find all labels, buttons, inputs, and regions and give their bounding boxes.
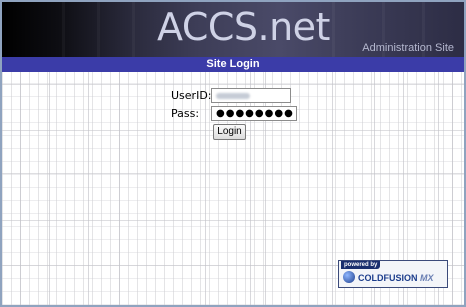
login-button[interactable]: Login bbox=[213, 124, 246, 140]
browser-frame: ACCS.net Administration Site Site Login … bbox=[0, 0, 466, 307]
pass-label: Pass: bbox=[171, 107, 200, 120]
coldfusion-badge[interactable]: powered by COLDFUSION MX bbox=[338, 260, 448, 288]
coldfusion-name: COLDFUSION MX bbox=[358, 273, 434, 284]
coldfusion-text: COLDFUSION bbox=[358, 273, 418, 283]
header-banner: ACCS.net Administration Site bbox=[2, 2, 464, 57]
site-title: ACCS.net bbox=[157, 5, 330, 49]
password-input[interactable]: ●●●●●●●● bbox=[211, 106, 297, 121]
password-mask: ●●●●●●●● bbox=[216, 108, 294, 119]
userid-label: UserID: bbox=[171, 89, 212, 102]
site-subtitle: Administration Site bbox=[362, 42, 454, 54]
section-title: Site Login bbox=[2, 57, 464, 72]
coldfusion-logo-icon bbox=[343, 271, 355, 283]
userid-value-redacted bbox=[216, 93, 250, 99]
powered-by-label: powered by bbox=[341, 261, 381, 269]
userid-input[interactable] bbox=[211, 88, 291, 103]
coldfusion-mx: MX bbox=[420, 273, 434, 283]
